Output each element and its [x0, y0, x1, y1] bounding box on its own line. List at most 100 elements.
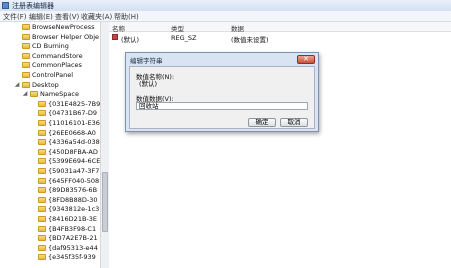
folder-icon: [38, 177, 46, 184]
tree-item-label: {B4FB3F98-C1: [48, 224, 97, 233]
tree-item-label: {645FF040-508: [48, 176, 100, 185]
tree-item-label: CommandStore: [32, 51, 83, 60]
folder-icon: [38, 196, 46, 203]
tree-item[interactable]: {5399E694-6CE: [0, 157, 100, 166]
tree-item-label: {5399E694-6CE: [48, 157, 101, 166]
cancel-button[interactable]: 取消: [280, 118, 308, 127]
folder-icon: [30, 91, 38, 98]
folder-icon: [38, 110, 46, 117]
col-name-header[interactable]: 名称: [112, 23, 125, 33]
tree-item-label: {4336a54d-038: [48, 138, 100, 147]
value-type: REG_SZ: [171, 34, 197, 42]
menu-file[interactable]: 文件(F): [3, 12, 27, 22]
ok-button[interactable]: 确定: [248, 118, 276, 127]
menu-bar: 文件(F) 编辑(E) 查看(V) 收藏夹(A) 帮助(H): [0, 11, 451, 22]
value-name: (默认): [121, 36, 140, 44]
tree-item[interactable]: {BD7A2E7B-21: [0, 234, 100, 243]
tree-item[interactable]: {11016101-E36: [0, 119, 100, 128]
tree-item[interactable]: {645FF040-508: [0, 177, 100, 186]
tree-item-label: CommonPlaces: [32, 61, 82, 70]
regedit-icon: [2, 2, 9, 9]
folder-icon: [22, 43, 30, 50]
tree-item[interactable]: {04731B67-D9: [0, 109, 100, 118]
value-name-field: (默认): [136, 80, 308, 88]
tree-item-label: {04731B67-D9: [48, 109, 98, 118]
folder-icon: [38, 254, 46, 261]
folder-icon: [22, 33, 30, 40]
tree-item[interactable]: {4336a54d-038: [0, 138, 100, 147]
tree-item[interactable]: {89D83576-6B: [0, 186, 100, 195]
folder-icon: [38, 158, 46, 165]
tree-item-label: CD Burning: [32, 42, 69, 51]
tree-item[interactable]: {8416D21B-3E: [0, 215, 100, 224]
tree-item-label: {450D8FBA-AD: [48, 147, 98, 156]
tree-item[interactable]: CommonPlaces: [0, 61, 100, 70]
folder-icon: [38, 129, 46, 136]
col-data-header[interactable]: 数据: [231, 23, 244, 33]
tree-item[interactable]: {B4FB3F98-C1: [0, 225, 100, 234]
tree-item-label: {11016101-E36: [48, 119, 100, 127]
tree-item-label: {89D83576-6B: [48, 186, 98, 195]
folder-icon: [38, 206, 46, 213]
tree-item[interactable]: {9343812e-1c3: [0, 205, 100, 214]
tree-item-label: {031E4825-7B9: [48, 99, 101, 108]
scroll-thumb[interactable]: [102, 172, 108, 232]
tree-item[interactable]: Browser Helper Obje: [0, 33, 100, 42]
tree-item[interactable]: {daf95313-e44: [0, 244, 100, 253]
tree-item[interactable]: CD Burning: [0, 42, 100, 51]
folder-icon: [38, 100, 46, 107]
tree-item-label: {26EE0668-A0: [48, 128, 96, 137]
tree-item[interactable]: ◢ NameSpace: [0, 90, 100, 99]
tree-item[interactable]: {031E4825-7B9: [0, 100, 100, 109]
folder-icon: [22, 24, 30, 30]
tree-scrollbar[interactable]: [100, 22, 109, 268]
tree-item-label: {BD7A2E7B-21: [48, 234, 98, 243]
tree-item[interactable]: {26EE0668-A0: [0, 129, 100, 138]
tree-item[interactable]: ◢ Desktop: [0, 81, 100, 90]
menu-view[interactable]: 查看(V): [55, 12, 79, 22]
value-row[interactable]: (默认) REG_SZ (数值未设置): [109, 33, 451, 44]
menu-help[interactable]: 帮助(H): [114, 12, 139, 22]
dialog-body: 数值名称(N): (默认) 数值数据(V): 回收站 确定 取消: [129, 66, 315, 129]
list-header: 名称 类型 数据: [109, 22, 451, 33]
folder-icon: [22, 52, 30, 59]
value-data: (数值未设置): [231, 36, 269, 44]
tree-item-label: ControlPanel: [32, 71, 74, 79]
folder-icon: [38, 244, 46, 251]
window-title: 注册表编辑器: [12, 2, 54, 10]
folder-icon: [38, 120, 46, 126]
string-value-icon: [112, 34, 118, 40]
tree-item[interactable]: {450D8FBA-AD: [0, 148, 100, 157]
menu-favorites[interactable]: 收藏夹(A): [81, 12, 112, 22]
folder-icon: [38, 216, 46, 222]
value-data-input[interactable]: 回收站: [136, 102, 308, 110]
tree-item[interactable]: CommandStore: [0, 52, 100, 61]
dialog-title: 编辑字符串: [130, 57, 163, 65]
tree-item-label: {daf95313-e44: [48, 243, 98, 252]
folder-icon: [38, 148, 46, 155]
tree-item[interactable]: BrowseNewProcess: [0, 23, 100, 32]
tree-item[interactable]: {e345f35f-939: [0, 253, 100, 262]
collapse-arrow-icon[interactable]: ◢: [14, 81, 20, 88]
menu-edit[interactable]: 编辑(E): [29, 12, 53, 22]
tree-item-label: BrowseNewProcess: [32, 23, 95, 31]
tree-item-label: Browser Helper Obje: [32, 32, 100, 41]
tree-item-label: Desktop: [32, 80, 59, 89]
close-button[interactable]: ✕: [297, 55, 315, 64]
folder-icon: [22, 81, 30, 88]
folder-icon: [38, 139, 46, 146]
registry-tree: BrowseNewProcess Browser Helper Obje CD Bu…: [0, 22, 101, 268]
tree-item-label: {9343812e-1c3: [48, 205, 100, 214]
tree-item[interactable]: {8FD8B88D-30: [0, 196, 100, 205]
tree-item[interactable]: ControlPanel: [0, 71, 100, 80]
folder-icon: [38, 225, 46, 232]
folder-icon: [38, 168, 46, 174]
tree-item[interactable]: {59031a47-3F7: [0, 167, 100, 176]
edit-string-dialog: 编辑字符串 ✕ 数值名称(N): (默认) 数值数据(V): 回收站 确定 取消: [125, 52, 319, 132]
folder-icon: [22, 62, 30, 69]
collapse-arrow-icon[interactable]: ◢: [22, 91, 28, 97]
col-type-header[interactable]: 类型: [171, 23, 184, 33]
tree-item-label: {e345f35f-939: [48, 253, 96, 262]
folder-icon: [38, 235, 46, 242]
tree-item-label: {8416D21B-3E: [48, 215, 98, 223]
